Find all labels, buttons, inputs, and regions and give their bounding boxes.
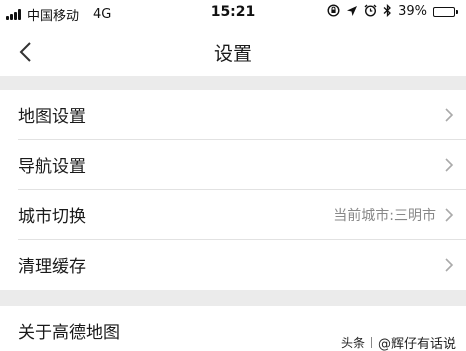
settings-item-label: 关于高德地图 — [18, 323, 120, 343]
settings-item-map[interactable]: 地图设置 — [0, 90, 466, 140]
watermark-handle: @辉仔有话说 — [377, 337, 456, 351]
orientation-lock-icon — [327, 4, 340, 19]
location-arrow-icon — [346, 5, 358, 19]
chevron-right-icon — [445, 158, 454, 172]
navigation-bar: 设置 — [0, 28, 466, 76]
watermark-prefix: 头条 — [340, 336, 365, 350]
page-title: 设置 — [213, 43, 252, 65]
status-right: 39% — [327, 3, 458, 19]
settings-item-clear-cache[interactable]: 清理缓存 — [0, 240, 466, 290]
chevron-right-icon — [445, 108, 454, 122]
current-city-value: 当前城市:三明市 — [333, 208, 436, 224]
settings-item-label: 城市切换 — [18, 207, 86, 227]
chevron-right-icon — [445, 208, 454, 222]
settings-item-navigation[interactable]: 导航设置 — [0, 140, 466, 190]
bluetooth-icon — [383, 3, 392, 19]
status-bar: 中国移动 4G 15:21 39% — [0, 0, 466, 28]
battery-icon — [433, 6, 458, 17]
settings-screen: 中国移动 4G 15:21 39% 设置 地图设置 导航设置 城市切换 当前城市… — [0, 0, 466, 351]
battery-percent: 39% — [398, 4, 427, 19]
alarm-icon — [364, 4, 377, 19]
chevron-right-icon — [445, 258, 454, 272]
settings-item-label: 地图设置 — [18, 107, 86, 127]
watermark: 头条 @辉仔有话说 — [341, 333, 456, 351]
settings-item-about[interactable]: 关于高德地图 头条 @辉仔有话说 — [0, 306, 466, 351]
settings-item-city[interactable]: 城市切换 当前城市:三明市 — [0, 190, 466, 240]
settings-item-label: 清理缓存 — [18, 257, 86, 277]
settings-item-label: 导航设置 — [18, 157, 86, 177]
